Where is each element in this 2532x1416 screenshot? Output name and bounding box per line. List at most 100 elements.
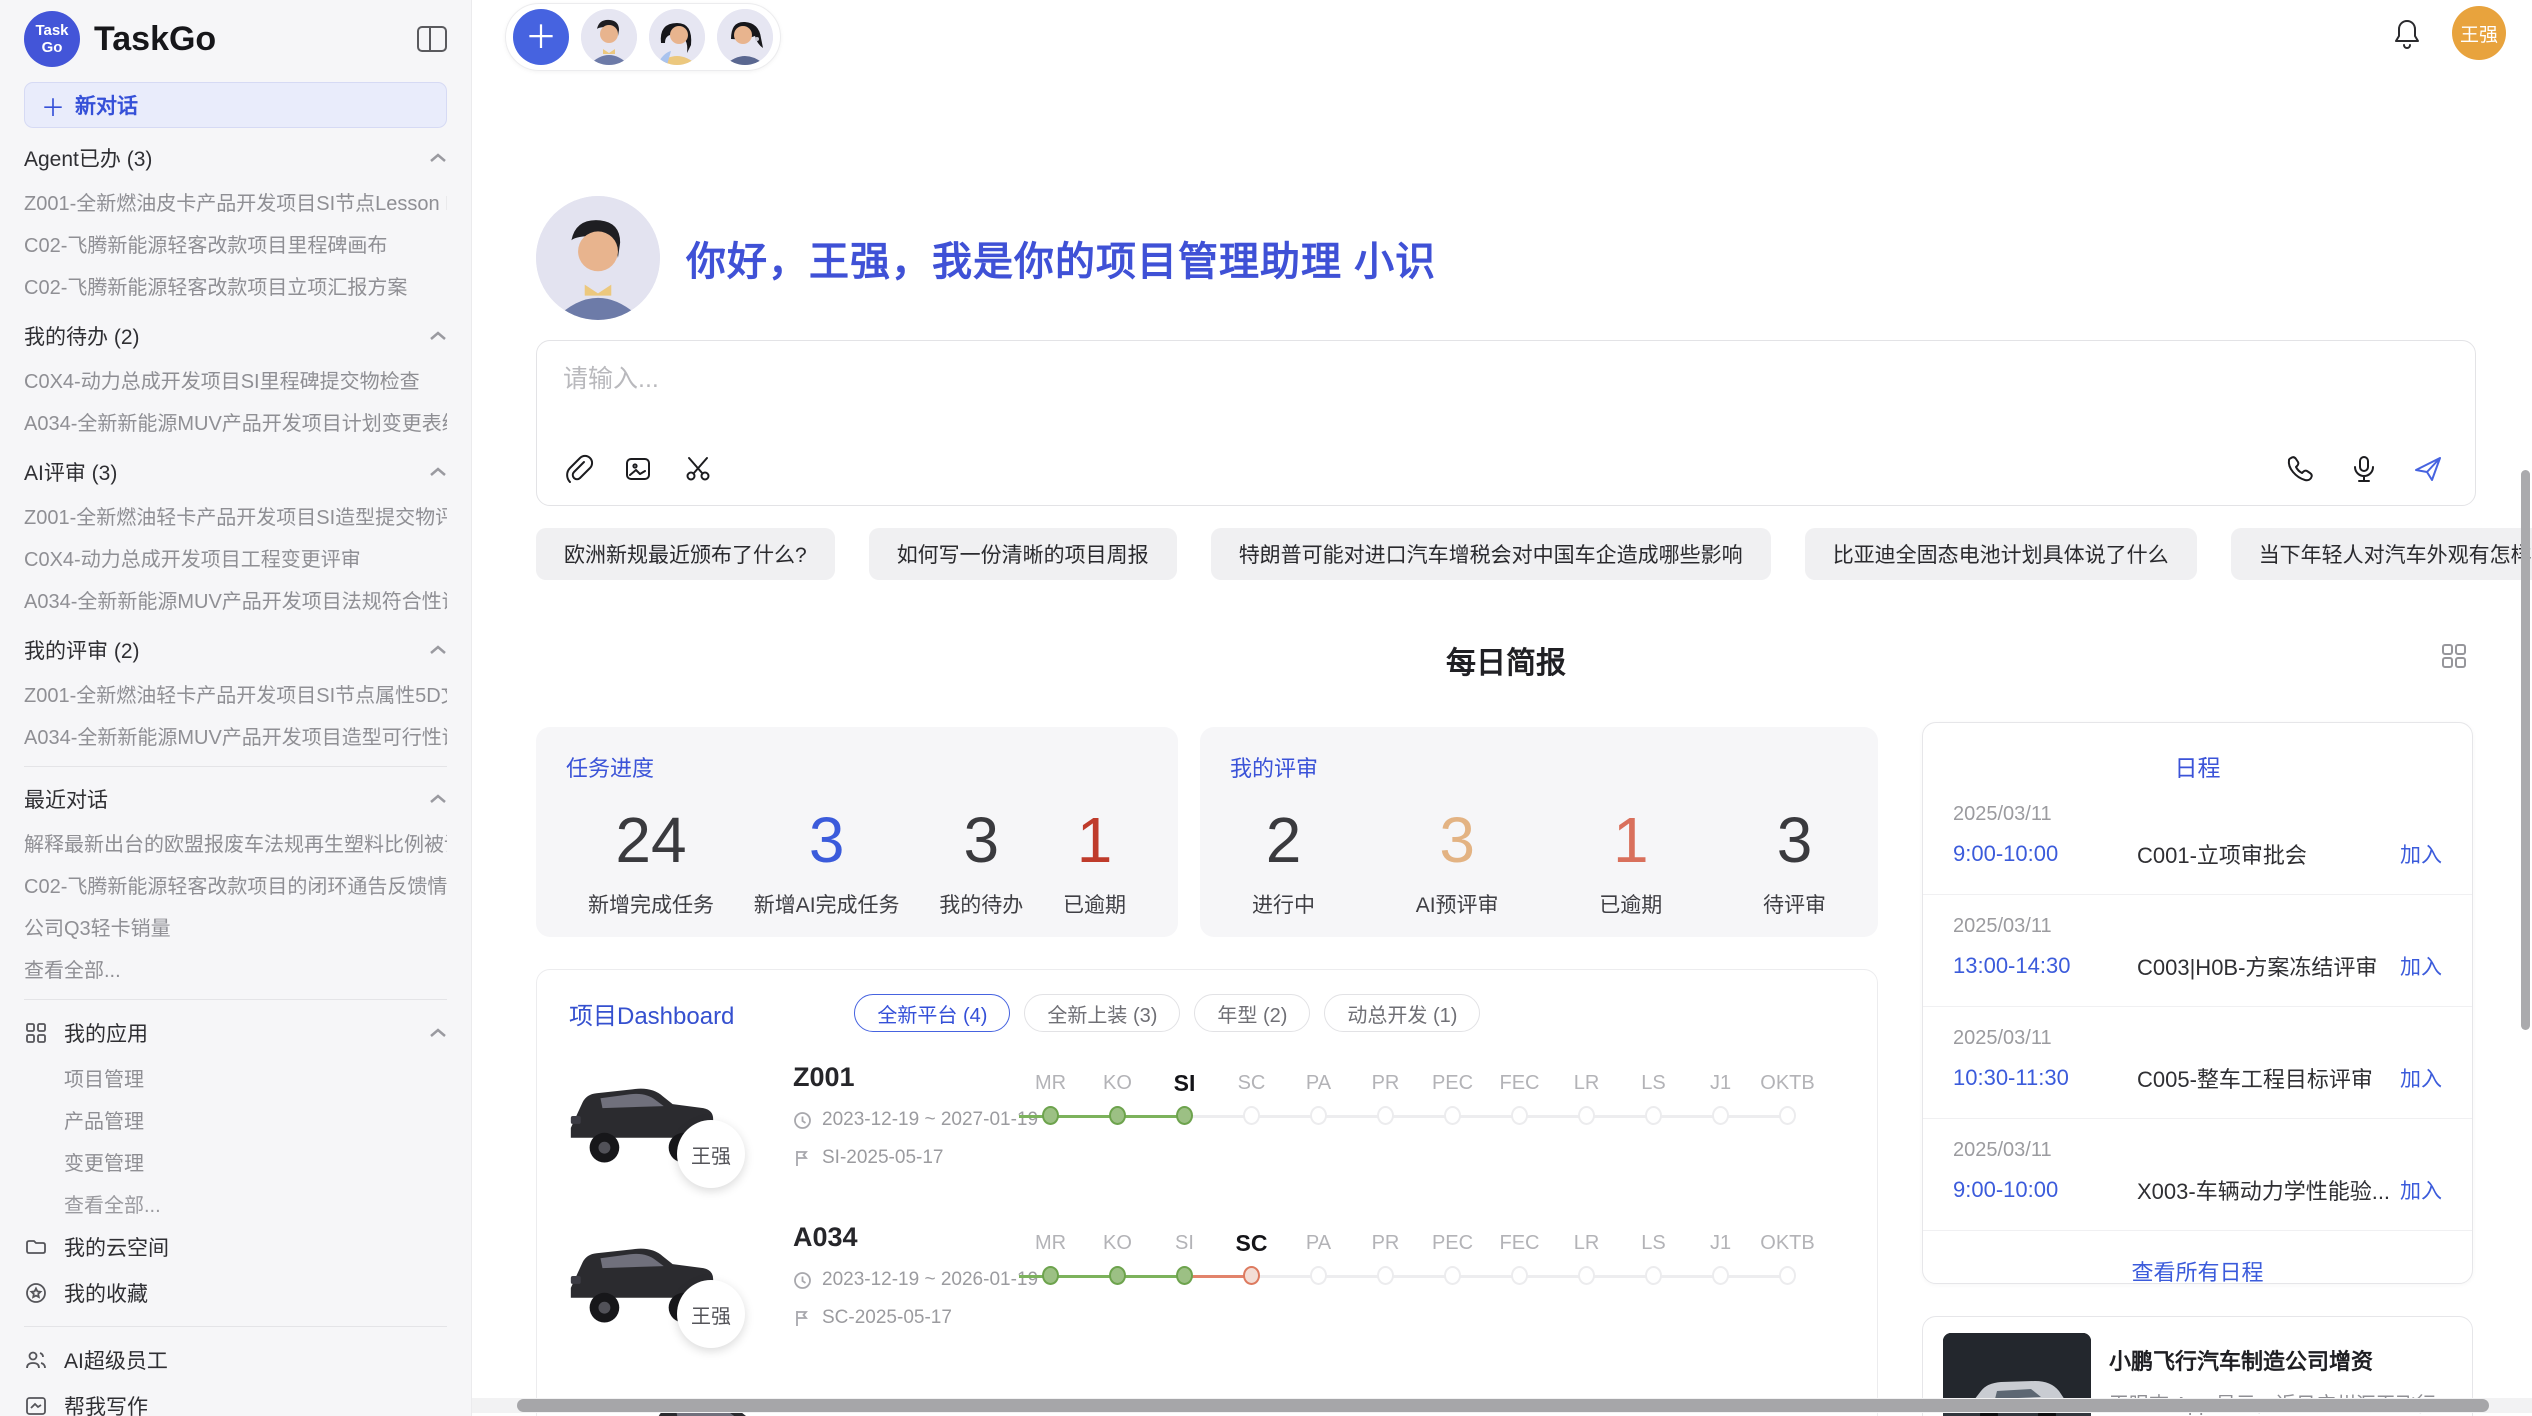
filter-tab-model-year[interactable]: 年型 (2) — [1194, 994, 1310, 1032]
project-row-z001[interactable]: 王强 Z001 2023-12-19 ~ 2027-01-19 SI-2025-… — [557, 1056, 1821, 1178]
project-info: Z001 2023-12-19 ~ 2027-01-19 SI-2025-05-… — [793, 1056, 1013, 1178]
filter-tab-upfit[interactable]: 全新上装 (3) — [1024, 994, 1180, 1032]
attach-file-button[interactable] — [561, 453, 595, 487]
join-link[interactable]: 加入 — [2400, 839, 2442, 869]
sidebar-item-help-write[interactable]: 帮我写作 — [24, 1383, 447, 1416]
flag-icon — [793, 1309, 812, 1328]
chevron-up-icon[interactable] — [429, 1028, 447, 1038]
chevron-up-icon[interactable] — [429, 794, 447, 804]
send-button[interactable] — [2411, 453, 2445, 487]
voice-call-button[interactable] — [2283, 453, 2317, 487]
sidebar-item[interactable]: C0X4-动力总成开发项目工程变更评审 — [24, 536, 447, 578]
filter-tab-platform[interactable]: 全新平台 (4) — [854, 994, 1010, 1032]
event-name: C005-整车工程目标评审 — [2137, 1062, 2400, 1094]
sidebar-item[interactable]: A034-全新新能源MUV产品开发项目造型可行性评审 — [24, 714, 447, 756]
stat-label: 新增AI完成任务 — [754, 889, 900, 919]
milestone-j1: J1 — [1687, 1226, 1754, 1338]
sidebar-item[interactable]: Z001-全新燃油皮卡产品开发项目SI节点Lesson Learn报告 — [24, 180, 447, 222]
vertical-scrollbar-thumb[interactable] — [2521, 470, 2530, 1030]
project-name: Z001 — [793, 1062, 1013, 1093]
stat-label: 已逾期 — [1063, 889, 1126, 919]
join-link[interactable]: 加入 — [2400, 1175, 2442, 1205]
sidebar-item-ai-super-employee[interactable]: AI超级员工 — [24, 1337, 447, 1383]
sidebar-item[interactable]: Z001-全新燃油轻卡产品开发项目SI造型提交物评审 — [24, 494, 447, 536]
stat-label: 进行中 — [1252, 889, 1315, 919]
suggestion-chip[interactable]: 特朗普可能对进口汽车增税会对中国车企造成哪些影响 — [1211, 528, 1771, 580]
chevron-up-icon[interactable] — [429, 153, 447, 163]
event-date: 2025/03/11 — [1953, 1139, 2442, 1162]
agent-avatar-1[interactable] — [581, 9, 637, 65]
view-all-schedule-link[interactable]: 查看所有日程 — [1923, 1255, 2472, 1287]
section-ai-review-header[interactable]: AI评审 (3) — [24, 450, 447, 494]
sidebar: Task Go TaskGo ＋ 新对话 Agent已办 (3) Z001-全新… — [0, 0, 472, 1416]
sidebar-item-cloud-space[interactable]: 我的云空间 — [24, 1224, 447, 1270]
add-agent-button[interactable]: ＋ — [513, 9, 569, 65]
app-item-change-mgmt[interactable]: 变更管理 — [24, 1140, 447, 1182]
truck-photo: 王强 — [557, 1056, 725, 1178]
section-recent-header[interactable]: 最近对话 — [24, 777, 447, 821]
app-item-project-mgmt[interactable]: 项目管理 — [24, 1056, 447, 1098]
app-item-product-mgmt[interactable]: 产品管理 — [24, 1098, 447, 1140]
microphone-button[interactable] — [2347, 453, 2381, 487]
milestone-track: MR KO SI SC PA PR PEC FEC LR LS J1 OKTB — [1017, 1066, 1821, 1178]
collapse-sidebar-icon[interactable] — [417, 26, 447, 52]
milestone-oktb: OKTB — [1754, 1066, 1821, 1178]
recent-item[interactable]: 解释最新出台的欧盟报废车法规再生塑料比例被调至15%... — [24, 821, 447, 863]
filter-tab-powertrain[interactable]: 动总开发 (1) — [1324, 994, 1480, 1032]
my-apps-header[interactable]: 我的应用 — [24, 1010, 447, 1056]
notifications-bell-icon[interactable] — [2392, 17, 2422, 49]
sidebar-item[interactable]: C02-飞腾新能源轻客改款项目里程碑画布 — [24, 222, 447, 264]
topbar-right: 王强 — [2392, 6, 2506, 60]
my-review-card: 我的评审 2 进行中 3 AI预评审 1 已逾期 3 待评审 — [1200, 727, 1878, 937]
sidebar-item-favorites[interactable]: 我的收藏 — [24, 1270, 447, 1316]
recent-view-all[interactable]: 查看全部... — [24, 947, 447, 989]
project-flag-text: SI-2025-05-17 — [822, 1147, 943, 1169]
section-my-review-header[interactable]: 我的评审 (2) — [24, 628, 447, 672]
layout-grid-icon[interactable] — [2440, 642, 2468, 670]
dashboard-header: 项目Dashboard 全新平台 (4) 全新上装 (3) 年型 (2) 动总开… — [569, 994, 1877, 1032]
sidebar-item[interactable]: C0X4-动力总成开发项目SI里程碑提交物检查 — [24, 358, 447, 400]
chevron-up-icon[interactable] — [429, 331, 447, 341]
section-title: 最近对话 — [24, 784, 108, 814]
horizontal-scrollbar-thumb[interactable] — [517, 1399, 2489, 1412]
screenshot-cut-button[interactable] — [681, 453, 715, 487]
milestone-oktb: OKTB — [1754, 1226, 1821, 1338]
suggestion-chip[interactable]: 如何写一份清晰的项目周报 — [869, 528, 1177, 580]
chat-input[interactable] — [563, 359, 2163, 399]
agent-avatar-3[interactable] — [717, 9, 773, 65]
milestone-ls: LS — [1620, 1226, 1687, 1338]
sidebar-item[interactable]: Z001-全新燃油轻卡产品开发项目SI节点属性5D文件评审 — [24, 672, 447, 714]
project-flag: SI-2025-05-17 — [793, 1147, 1013, 1169]
project-row-a034[interactable]: 王强 A034 2023-12-19 ~ 2026-01-19 SC-2025-… — [557, 1216, 1821, 1338]
chevron-up-icon[interactable] — [429, 467, 447, 477]
milestone-pa: PA — [1285, 1066, 1352, 1178]
new-chat-button[interactable]: ＋ 新对话 — [24, 82, 447, 128]
card-title: 任务进度 — [566, 751, 1148, 783]
horizontal-scrollbar-track[interactable] — [472, 1398, 2532, 1413]
scissors-icon — [682, 453, 714, 485]
section-agent-done-header[interactable]: Agent已办 (3) — [24, 136, 447, 180]
chevron-up-icon[interactable] — [429, 645, 447, 655]
user-avatar[interactable]: 王强 — [2452, 6, 2506, 60]
project-dates: 2023-12-19 ~ 2026-01-19 — [793, 1269, 1013, 1291]
insert-image-button[interactable] — [621, 453, 655, 487]
join-link[interactable]: 加入 — [2400, 951, 2442, 981]
section-my-todo-header[interactable]: 我的待办 (2) — [24, 314, 447, 358]
stat-value: 1 — [1063, 797, 1126, 883]
milestone-mr: MR — [1017, 1226, 1084, 1338]
schedule-event: 2025/03/11 9:00-10:00 X003-车辆动力学性能验... 加… — [1923, 1119, 2472, 1231]
recent-item[interactable]: 公司Q3轻卡销量 — [24, 905, 447, 947]
clock-icon — [793, 1111, 812, 1130]
event-time: 13:00-14:30 — [1953, 953, 2103, 979]
agent-avatar-2[interactable] — [649, 9, 705, 65]
sidebar-item[interactable]: A034-全新新能源MUV产品开发项目法规符合性评审 — [24, 578, 447, 620]
recent-item[interactable]: C02-飞腾新能源轻客改款项目的闭环通告反馈情况 — [24, 863, 447, 905]
suggestion-chip[interactable]: 欧洲新规最近颁布了什么? — [536, 528, 835, 580]
join-link[interactable]: 加入 — [2400, 1063, 2442, 1093]
suggestion-chip[interactable]: 比亚迪全固态电池计划具体说了什么 — [1805, 528, 2197, 580]
section-title: AI评审 (3) — [24, 457, 117, 487]
sidebar-item[interactable]: A034-全新新能源MUV产品开发项目计划变更表编写 — [24, 400, 447, 442]
sidebar-item[interactable]: C02-飞腾新能源轻客改款项目立项汇报方案 — [24, 264, 447, 306]
suggestion-chip[interactable]: 当下年轻人对汽车外观有怎样的喜好趋势 — [2231, 528, 2532, 580]
apps-view-all[interactable]: 查看全部... — [24, 1182, 447, 1224]
